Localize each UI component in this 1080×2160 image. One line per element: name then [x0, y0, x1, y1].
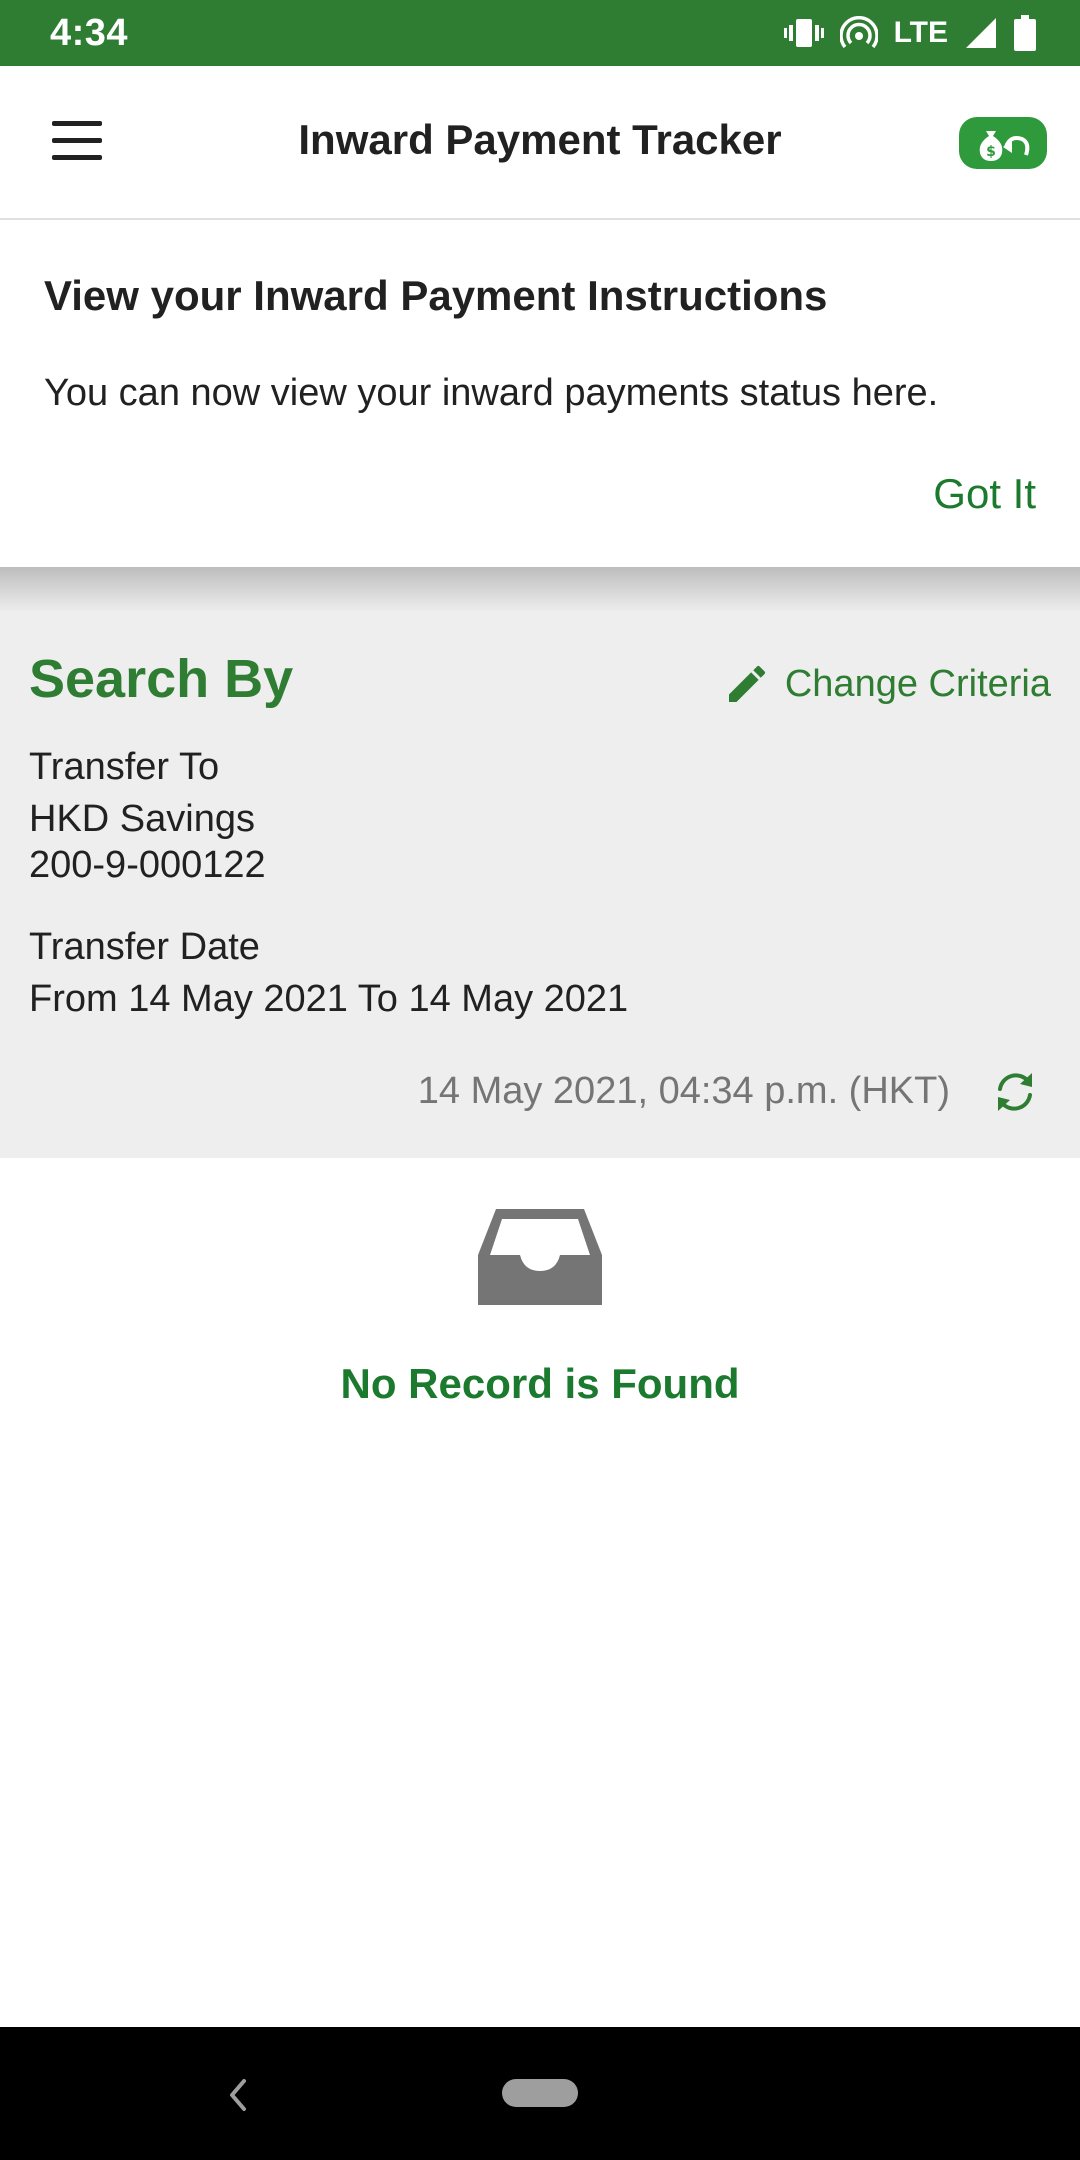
search-criteria-panel: Search By Change Criteria Transfer To HK… [0, 612, 1080, 1158]
network-type: LTE [893, 16, 948, 49]
screen: 4:34 LTE Inward Payment Tracker $ View y… [0, 0, 1080, 2160]
banner-message: You can now view your inward payments st… [44, 372, 939, 414]
refresh-icon [998, 1073, 1032, 1111]
home-pill[interactable] [502, 2079, 578, 2107]
status-bar: 4:34 LTE [0, 0, 1080, 66]
info-banner: View your Inward Payment Instructions Yo… [0, 222, 1080, 567]
signal-icon [964, 16, 998, 50]
status-time: 4:34 [50, 11, 129, 54]
no-record-message: No Record is Found [340, 1360, 740, 1407]
change-criteria-label: Change Criteria [784, 662, 1051, 705]
last-updated-timestamp: 14 May 2021, 04:34 p.m. (HKT) [417, 1070, 950, 1112]
got-it-button[interactable]: Got It [933, 470, 1036, 518]
pencil-icon [728, 665, 765, 702]
svg-text:$: $ [986, 144, 996, 160]
change-criteria-button[interactable]: Change Criteria [723, 660, 1051, 708]
inbox-icon [476, 1205, 604, 1314]
money-bag-return-icon: $ [979, 131, 1030, 161]
banner-shadow [0, 567, 1080, 612]
page-title: Inward Payment Tracker [298, 116, 782, 163]
app-bar: Inward Payment Tracker $ [0, 66, 1080, 220]
search-by-heading: Search By [29, 649, 294, 709]
transfer-date-label: Transfer Date [29, 926, 260, 968]
money-bag-return-button[interactable]: $ [959, 117, 1047, 169]
battery-icon [1014, 15, 1036, 51]
account-number: 200-9-000122 [29, 844, 266, 886]
transfer-to-label: Transfer To [29, 746, 220, 788]
system-nav-bar [0, 2027, 1080, 2160]
account-name: HKD Savings [29, 798, 255, 840]
hotspot-icon [839, 16, 878, 50]
back-icon[interactable] [226, 2075, 250, 2120]
hamburger-menu-icon[interactable] [40, 110, 114, 170]
date-range: From 14 May 2021 To 14 May 2021 [29, 978, 629, 1020]
banner-title: View your Inward Payment Instructions [44, 272, 828, 319]
refresh-button[interactable] [990, 1067, 1040, 1117]
vibrate-icon [783, 16, 824, 50]
status-icons: LTE [783, 15, 1036, 51]
